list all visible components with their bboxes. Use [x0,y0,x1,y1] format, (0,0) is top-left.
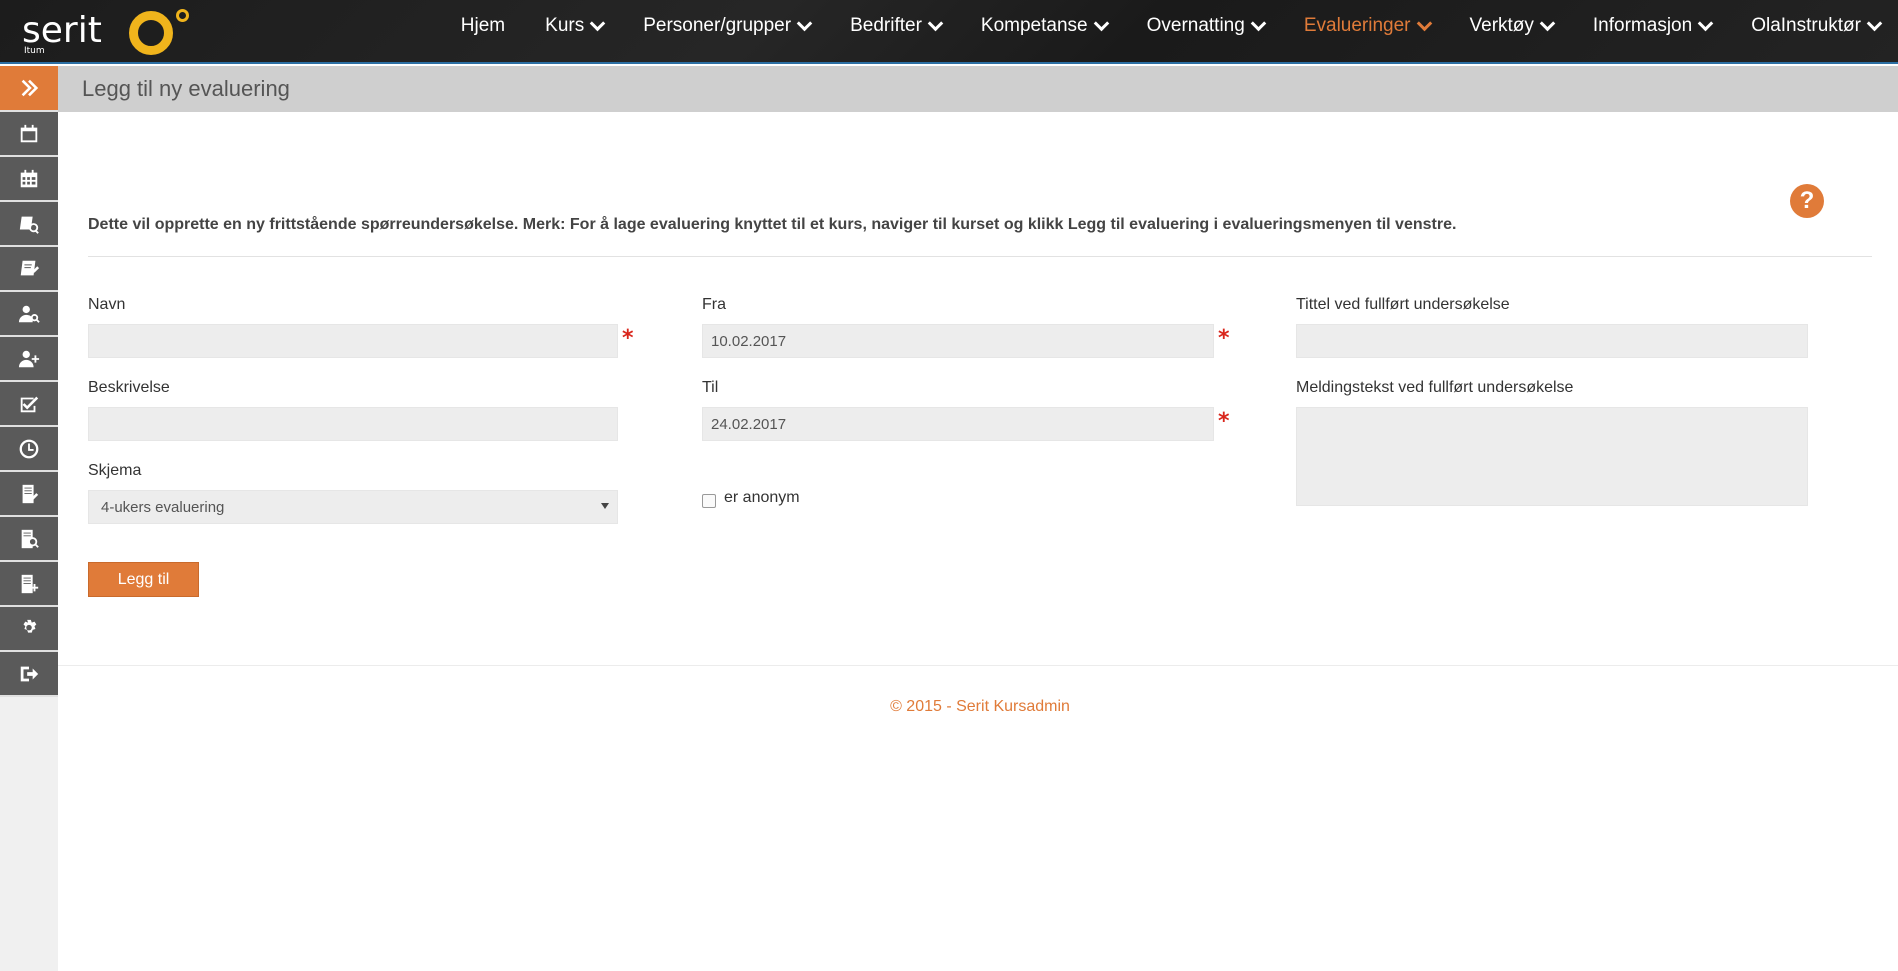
dropdown-arrow-icon [601,503,609,509]
tittel-label: Tittel ved fullført undersøkelse [1296,296,1510,313]
nav-item-kompetanse[interactable]: Kompetanse [981,15,1109,37]
book-edit-icon [20,260,40,275]
gear-icon [23,619,37,633]
fra-date-input[interactable]: 10.02.2017 [702,324,1214,358]
sidebar-toggle-button[interactable] [0,66,58,112]
required-marker: * [622,326,634,351]
navn-input[interactable] [88,324,618,358]
footer-divider [58,665,1898,666]
fra-label: Fra [702,296,726,313]
skjema-select[interactable]: 4-ukers evaluering [88,490,618,524]
required-marker: * [1218,409,1230,434]
sidebar-item-course-edit[interactable] [0,247,58,292]
chevron-down-icon [1697,15,1714,32]
sidebar-item-history[interactable] [0,427,58,472]
sidebar-item-report-edit[interactable] [0,472,58,517]
clock-icon [19,439,39,458]
nav-item-user-menu[interactable]: OlaInstruktør [1751,15,1883,37]
document-add-icon [21,574,39,593]
beskrivelse-input[interactable] [88,407,618,441]
main-nav: Hjem Kurs Personer/grupper Bedrifter Kom… [441,0,1898,52]
til-date-input[interactable]: 24.02.2017 [702,407,1214,441]
chevron-down-icon [1093,15,1109,32]
nav-item-evalueringer[interactable]: Evalueringer [1304,15,1432,37]
logo-text: serit [22,10,102,51]
logo-ring-icon [129,11,173,55]
sidebar-item-person-add[interactable] [0,337,58,382]
chevron-down-icon [1416,15,1432,32]
user-add-icon [18,350,40,367]
footer-text: © 2015 - Serit Kursadmin [890,698,1070,715]
calendar-icon [20,124,38,142]
chevron-down-icon [1539,15,1556,32]
sidebar-item-report-search[interactable] [0,517,58,562]
anonym-label: er anonym [724,489,800,506]
til-label: Til [702,379,719,396]
melding-label: Meldingstekst ved fullført undersøkelse [1296,379,1574,396]
sidebar-item-logout[interactable] [0,652,58,697]
nav-item-personer-grupper[interactable]: Personer/grupper [643,15,813,37]
sidebar-item-settings[interactable] [0,607,58,652]
nav-item-bedrifter[interactable]: Bedrifter [850,15,944,37]
user-search-icon [18,305,40,323]
divider [88,256,1872,257]
chevron-down-icon [796,15,813,32]
top-navbar: serit Itum Hjem Kurs Personer/grupper Be… [0,0,1898,64]
required-marker: * [1218,326,1230,351]
nav-item-informasjon[interactable]: Informasjon [1593,15,1714,37]
book-search-icon [19,216,39,234]
skjema-selected-value: 4-ukers evaluering [101,499,225,516]
nav-item-verktoy[interactable]: Verktøy [1470,15,1556,37]
beskrivelse-label: Beskrivelse [88,379,170,396]
nav-item-hjem[interactable]: Hjem [461,15,505,37]
document-search-icon [21,529,39,548]
nav-item-kurs[interactable]: Kurs [545,15,606,37]
navn-label: Navn [88,296,126,313]
chevron-down-icon [1866,15,1883,32]
nav-item-overnatting[interactable]: Overnatting [1147,15,1267,37]
sign-out-icon [20,666,39,681]
chevron-down-icon [927,15,944,32]
logo-dot-icon [176,9,189,22]
checkbox-icon [20,396,39,412]
sidebar-item-course-search[interactable] [0,202,58,247]
logo-subtext: Itum [24,46,45,56]
sidebar-item-calendar[interactable] [0,112,58,157]
double-chevron-right-icon [21,79,39,97]
anonym-checkbox[interactable] [702,494,716,508]
intro-text: Dette vil opprette en ny frittstående sp… [88,216,1457,233]
tittel-input[interactable] [1296,324,1808,358]
help-icon[interactable]: ? [1790,184,1824,218]
sidebar-item-person-search[interactable] [0,292,58,337]
sidebar-item-tasks[interactable] [0,382,58,427]
sidebar [0,66,58,971]
document-edit-icon [22,484,39,503]
calendar-grid-icon [20,169,38,187]
sidebar-item-report-add[interactable] [0,562,58,607]
chevron-down-icon [1250,15,1267,32]
page-header-bar: Legg til ny evaluering [58,66,1898,112]
legg-til-button[interactable]: Legg til [88,562,199,597]
skjema-label: Skjema [88,462,142,479]
melding-textarea[interactable] [1296,407,1808,506]
chevron-down-icon [589,15,606,32]
sidebar-item-calendar-grid[interactable] [0,157,58,202]
page-title: Legg til ny evaluering [82,76,290,101]
